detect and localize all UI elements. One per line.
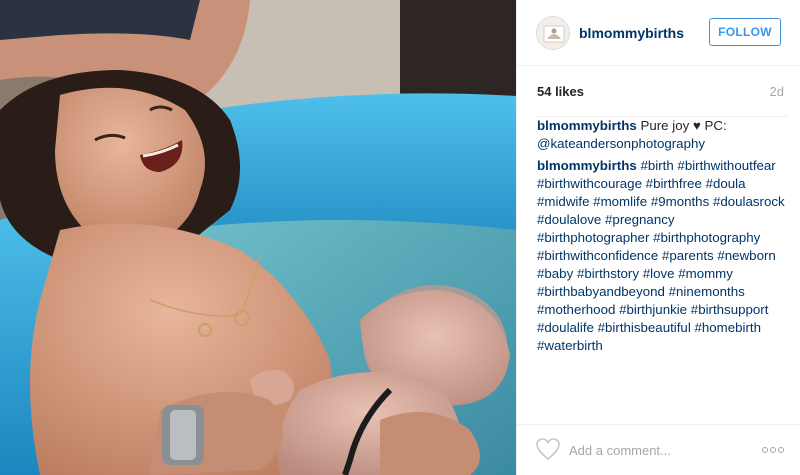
post-footer — [517, 424, 800, 475]
hashtag-link[interactable]: #motherhood — [537, 302, 615, 317]
caption-author[interactable]: blmommybirths — [537, 118, 637, 133]
hashtag-link[interactable]: #birthphotography — [653, 230, 760, 245]
caption-text: Pure joy — [640, 118, 690, 133]
caption-credit-prefix: PC: — [704, 118, 727, 133]
birth-photo-illustration — [0, 0, 516, 475]
hashtag-link[interactable]: #momlife — [593, 194, 647, 209]
hashtag-link[interactable]: #mommy — [678, 266, 733, 281]
more-dot — [770, 447, 776, 453]
hashtag-link[interactable]: #waterbirth — [537, 338, 603, 353]
avatar[interactable] — [536, 16, 570, 50]
follow-button[interactable]: FOLLOW — [709, 18, 781, 46]
hashtag-link[interactable]: #doulalove — [537, 212, 601, 227]
more-dot — [778, 447, 784, 453]
post-username[interactable]: blmommybirths — [579, 25, 684, 41]
add-comment-input[interactable] — [569, 439, 739, 461]
hashtag-link[interactable]: #birthwithconfidence — [537, 248, 658, 263]
hashtag-link[interactable]: #newborn — [717, 248, 775, 263]
hashtag-comment: blmommybirths #birth #birthwithoutfear #… — [537, 157, 787, 355]
hashtag-list: #birth #birthwithoutfear #birthwithcoura… — [537, 158, 785, 353]
post-age[interactable]: 2d — [770, 84, 784, 99]
hashtag-link[interactable]: #doulalife — [537, 320, 594, 335]
hashtag-link[interactable]: #birthwithoutfear — [677, 158, 775, 173]
hashtag-link[interactable]: #parents — [662, 248, 714, 263]
post-header: blmommybirths FOLLOW — [517, 0, 800, 66]
hashtag-link[interactable]: #birthjunkie — [619, 302, 687, 317]
post-photo[interactable] — [0, 0, 516, 475]
hashtag-link[interactable]: #birthwithcourage — [537, 176, 642, 191]
hashtag-link[interactable]: #9months — [651, 194, 709, 209]
hashtag-link[interactable]: #love — [643, 266, 675, 281]
hashtag-comment-author[interactable]: blmommybirths — [537, 158, 637, 173]
post-stats: 54 likes 2d — [537, 84, 784, 99]
comments-list: blmommybirths Pure joy ♥ PC: @kateanders… — [537, 116, 787, 359]
more-dot — [762, 447, 768, 453]
hashtag-link[interactable]: #birthisbeautiful — [598, 320, 691, 335]
hashtag-link[interactable]: #birth — [640, 158, 673, 173]
caption-comment: blmommybirths Pure joy ♥ PC: @kateanders… — [537, 117, 787, 153]
hashtag-link[interactable]: #birthfree — [646, 176, 702, 191]
hashtag-link[interactable]: #midwife — [537, 194, 589, 209]
hashtag-link[interactable]: #homebirth — [694, 320, 761, 335]
hashtag-link[interactable]: #birthbabyandbeyond — [537, 284, 665, 299]
hashtag-link[interactable]: #baby — [537, 266, 573, 281]
hashtag-link[interactable]: #doulasrock — [713, 194, 785, 209]
photographer-mention[interactable]: @kateandersonphotography — [537, 136, 705, 151]
hashtag-link[interactable]: #birthphotographer — [537, 230, 649, 245]
hashtag-link[interactable]: #birthsupport — [691, 302, 769, 317]
avatar-image — [537, 17, 569, 49]
post-side-panel: blmommybirths FOLLOW 54 likes 2d blmommy… — [516, 0, 800, 475]
hashtag-link[interactable]: #birthstory — [577, 266, 639, 281]
instagram-post: blmommybirths FOLLOW 54 likes 2d blmommy… — [0, 0, 800, 475]
hashtag-link[interactable]: #ninemonths — [669, 284, 745, 299]
heart-emoji: ♥ — [692, 118, 701, 133]
likes-count[interactable]: 54 likes — [537, 84, 584, 99]
heart-outline-icon[interactable] — [535, 437, 561, 461]
more-options-icon[interactable] — [761, 439, 785, 461]
hashtag-link[interactable]: #doula — [706, 176, 746, 191]
hashtag-link[interactable]: #pregnancy — [605, 212, 675, 227]
